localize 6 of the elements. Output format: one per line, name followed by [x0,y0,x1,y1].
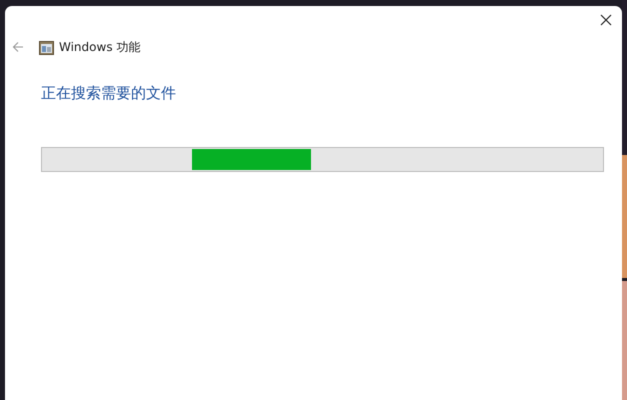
status-heading: 正在搜索需要的文件 [41,84,177,103]
close-button[interactable] [598,12,614,28]
back-arrow-icon[interactable] [12,41,24,53]
window-title: Windows 功能 [59,38,140,56]
close-icon [598,12,614,28]
window-app-icon [39,40,54,54]
